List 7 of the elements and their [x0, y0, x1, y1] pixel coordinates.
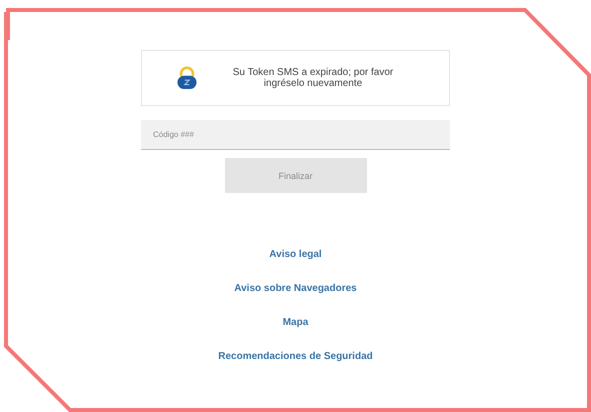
footer-link[interactable]: Aviso legal: [269, 248, 322, 262]
padlock-icon: [176, 66, 198, 90]
footer-link[interactable]: Recomendaciones de Seguridad: [218, 350, 373, 364]
code-input-field[interactable]: Código ###: [141, 120, 450, 150]
expired-token-message: Su Token SMS a expirado; por favor ingréselo nuevamente: [232, 67, 394, 89]
footer-link[interactable]: Aviso sobre Navegadores: [234, 282, 357, 296]
footer-link[interactable]: Mapa: [282, 316, 308, 330]
